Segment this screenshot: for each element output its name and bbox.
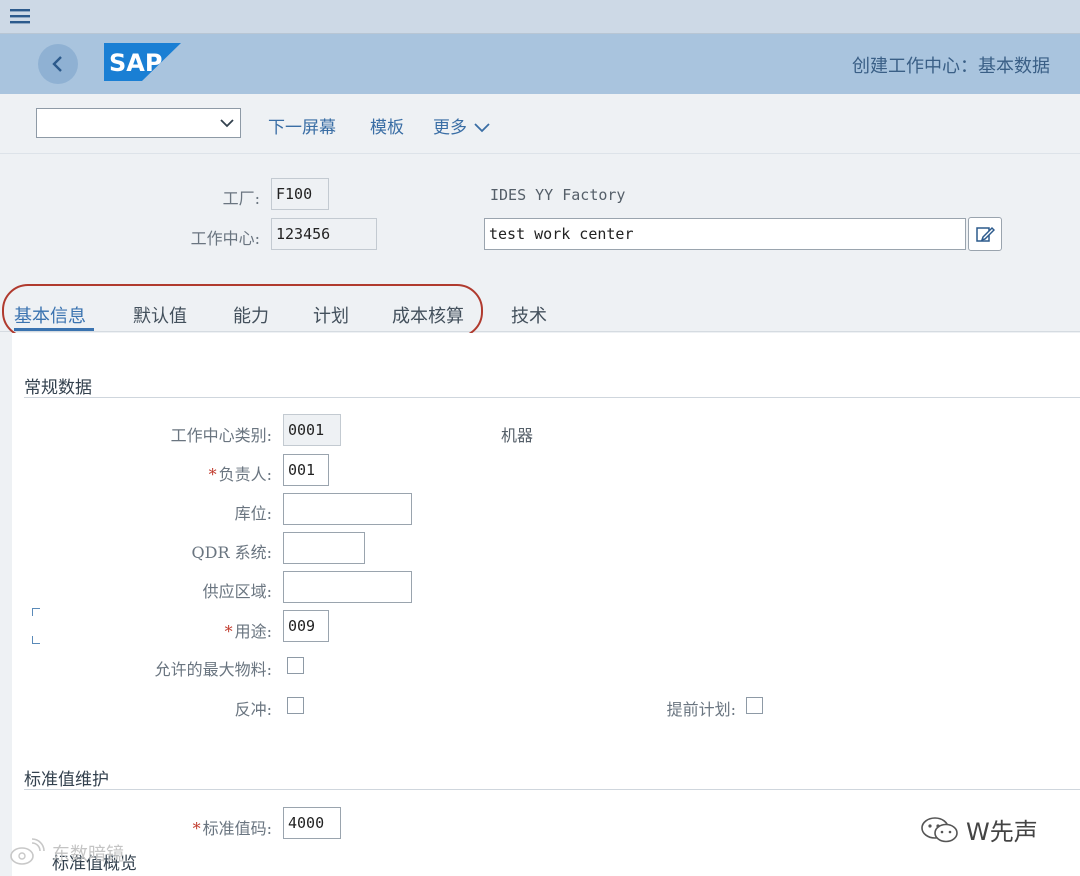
- chevron-left-icon: [52, 56, 62, 72]
- standard-values-title: 标准值维护: [24, 770, 109, 790]
- tab-content-panel: 常规数据 工作中心类别: 0001 机器 * 负责人: 001 库位: QDR 系…: [12, 333, 1080, 876]
- wechat-icon: [921, 816, 958, 842]
- back-button[interactable]: [38, 44, 78, 84]
- standard-key-label: * 标准值码:: [193, 815, 272, 839]
- template-button[interactable]: 模板: [370, 113, 404, 138]
- usage-label-text: 用途:: [234, 622, 272, 641]
- person-field[interactable]: 001: [283, 454, 329, 486]
- highlight-annotation: [2, 284, 483, 338]
- plant-description: IDES YY Factory: [490, 186, 626, 204]
- chevron-down-icon: [220, 119, 234, 128]
- usage-field[interactable]: 009: [283, 610, 329, 642]
- required-marker: *: [224, 622, 233, 641]
- workcenter-description-field[interactable]: test work center: [484, 218, 966, 250]
- shell-topbar: [0, 0, 1080, 34]
- more-label: 更多: [433, 118, 467, 138]
- svg-text:SAP: SAP: [109, 49, 162, 77]
- standard-key-label-text: 标准值码:: [202, 819, 272, 838]
- required-marker: *: [192, 819, 201, 838]
- tab-technical[interactable]: 技术: [511, 302, 547, 328]
- supply-area-field[interactable]: [283, 571, 412, 603]
- plant-field[interactable]: F100: [271, 178, 329, 210]
- advance-plan-checkbox[interactable]: [746, 697, 763, 714]
- backflush-checkbox[interactable]: [287, 697, 304, 714]
- hamburger-menu-icon[interactable]: [10, 6, 32, 26]
- person-label-text: 负责人:: [218, 465, 272, 484]
- toolbar: 下一屏幕 模板 更多: [0, 94, 1080, 154]
- supply-area-label: 供应区域:: [202, 582, 272, 601]
- edit-text-button[interactable]: [968, 217, 1002, 251]
- standard-key-field[interactable]: 4000: [283, 807, 341, 839]
- category-field[interactable]: 0001: [283, 414, 341, 446]
- general-data-title: 常规数据: [24, 378, 92, 398]
- command-select[interactable]: [36, 108, 241, 138]
- usage-label: * 用途:: [225, 618, 272, 642]
- section-divider: [24, 789, 1080, 790]
- category-label: 工作中心类别:: [170, 426, 272, 445]
- person-label: * 负责人:: [209, 461, 272, 485]
- storage-field[interactable]: [283, 493, 412, 525]
- next-screen-button[interactable]: 下一屏幕: [268, 113, 336, 138]
- focus-corner: [32, 636, 40, 644]
- weibo-icon: [10, 838, 45, 865]
- max-material-label: 允许的最大物料:: [154, 660, 272, 679]
- watermark-secondary-text: 东数暗镜: [52, 844, 124, 865]
- max-material-checkbox[interactable]: [287, 657, 304, 674]
- plant-label: 工厂:: [222, 189, 260, 208]
- sap-logo: SAP: [104, 43, 181, 81]
- section-divider: [24, 397, 1080, 398]
- workcenter-field[interactable]: 123456: [271, 218, 377, 250]
- watermark-secondary: 东数暗镜: [8, 838, 124, 868]
- workcenter-label: 工作中心:: [190, 229, 260, 248]
- more-button[interactable]: 更多: [433, 113, 491, 138]
- page-title: 创建工作中心：基本数据: [852, 56, 1050, 77]
- focus-corner: [32, 608, 40, 616]
- edit-icon: [976, 226, 995, 242]
- category-description: 机器: [501, 426, 534, 445]
- storage-label: 库位:: [234, 504, 272, 523]
- required-marker: *: [208, 465, 217, 484]
- qdr-field[interactable]: [283, 532, 365, 564]
- watermark: W先声: [920, 812, 1038, 847]
- watermark-text: W先声: [966, 818, 1038, 846]
- chevron-down-icon: [474, 123, 491, 133]
- advance-plan-label: 提前计划:: [666, 700, 736, 719]
- app-header: SAP 创建工作中心：基本数据: [0, 34, 1080, 94]
- qdr-label: QDR 系统:: [191, 543, 272, 562]
- backflush-label: 反冲:: [234, 700, 272, 719]
